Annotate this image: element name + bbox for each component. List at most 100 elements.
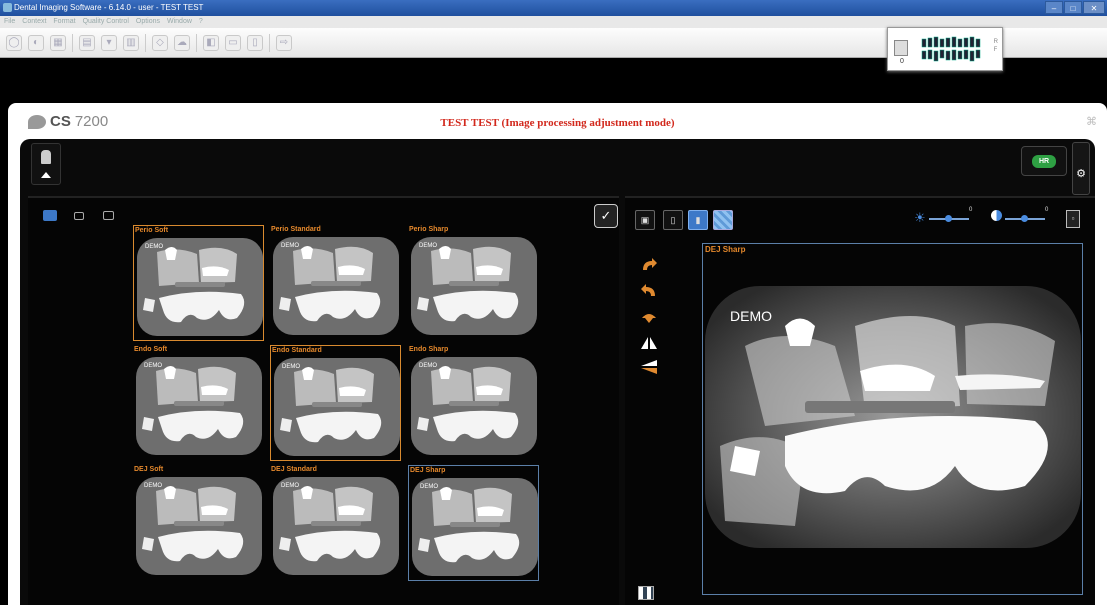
tooth-select-button[interactable] bbox=[894, 40, 908, 56]
rotate-ccw-icon[interactable] bbox=[640, 284, 658, 298]
brightness-value: 0 bbox=[969, 207, 973, 213]
tooth-menu-button[interactable] bbox=[31, 143, 61, 185]
sensor-view-button[interactable]: ▮ bbox=[688, 210, 708, 230]
thumbnail-xray-image[interactable]: DEMO bbox=[273, 237, 399, 335]
filter-thumbnail[interactable]: Endo Soft DEMO bbox=[133, 345, 264, 461]
thumbnail-watermark: DEMO bbox=[145, 244, 163, 250]
minimize-button[interactable]: – bbox=[1045, 1, 1063, 14]
contrast-slider-knob[interactable] bbox=[1021, 215, 1028, 222]
layout-icon[interactable]: ▤ bbox=[79, 34, 95, 51]
filter-thumbnail[interactable]: Endo Standard DEMO bbox=[270, 345, 401, 461]
grid-icon[interactable]: ▥ bbox=[123, 34, 139, 51]
tooth-count: 0 bbox=[900, 58, 904, 65]
menu-help[interactable]: ? bbox=[199, 16, 203, 28]
single-view-icon[interactable] bbox=[74, 212, 84, 220]
rotate-cw-icon[interactable] bbox=[640, 258, 658, 272]
apply-filter-button[interactable]: ✓ bbox=[594, 204, 618, 228]
thumbnail-watermark: DEMO bbox=[281, 243, 299, 249]
settings-gear-button[interactable]: ⚙ bbox=[1072, 142, 1090, 195]
monitor-icon[interactable]: ▯ bbox=[247, 34, 263, 51]
brightness-slider-knob[interactable] bbox=[945, 215, 952, 222]
gear-icon: ⚙ bbox=[1076, 168, 1086, 180]
open-icon[interactable]: ◯ bbox=[6, 34, 22, 51]
filter-thumbnails-panel: ✓ Perio Soft DEMO Perio Standard DEMO Perio … bbox=[28, 196, 619, 605]
thumbnail-watermark: DEMO bbox=[144, 483, 162, 489]
thumbnail-xray-image[interactable]: DEMO bbox=[136, 477, 262, 575]
window-title: Dental Imaging Software - 6.14.0 - user … bbox=[14, 3, 204, 12]
thumbnail-watermark: DEMO bbox=[282, 364, 300, 370]
filter-thumbnail[interactable]: Perio Standard DEMO bbox=[270, 225, 401, 341]
panel-close-icon[interactable]: ⌘ bbox=[1086, 115, 1097, 128]
compare-button[interactable]: ▣ bbox=[635, 210, 655, 230]
export-icon[interactable]: ⇨ bbox=[276, 34, 292, 51]
eraser-icon[interactable]: ◇ bbox=[152, 34, 168, 51]
texture-view-button[interactable] bbox=[713, 210, 733, 230]
toolbar-divider bbox=[145, 33, 146, 52]
thumbnail-label: Perio Sharp bbox=[409, 226, 449, 233]
side-bottom-label: F bbox=[993, 47, 998, 53]
acquire-icon[interactable]: ◐ bbox=[28, 34, 44, 51]
teeth-chart-widget[interactable]: 0 RF bbox=[887, 27, 1003, 71]
flip-vertical-icon[interactable] bbox=[640, 360, 658, 374]
hr-label: HR bbox=[1032, 155, 1056, 168]
thumbnail-label: DEJ Sharp bbox=[410, 467, 446, 474]
xray-image[interactable]: DEMO bbox=[705, 286, 1081, 548]
reset-button[interactable]: ▫ bbox=[1066, 210, 1080, 228]
contrast-slider[interactable] bbox=[1005, 215, 1045, 222]
tooth-view-button[interactable]: ▯ bbox=[663, 210, 683, 230]
thumbnail-label: Perio Soft bbox=[135, 227, 169, 234]
thumbnail-xray-image[interactable]: DEMO bbox=[274, 358, 400, 456]
thumbnail-label: DEJ Standard bbox=[271, 466, 317, 473]
screen-icon[interactable]: ▭ bbox=[225, 34, 241, 51]
filter-thumbnail[interactable]: Perio Soft DEMO bbox=[133, 225, 264, 341]
filter-thumbnail[interactable]: Endo Sharp DEMO bbox=[408, 345, 539, 461]
filter-thumbnail[interactable]: DEJ Soft DEMO bbox=[133, 465, 264, 581]
sensor-icon[interactable]: ◧ bbox=[203, 34, 219, 51]
thumbnail-label: Endo Soft bbox=[134, 346, 168, 353]
thumbnail-xray-image[interactable]: DEMO bbox=[136, 357, 262, 455]
thumbnail-xray-image[interactable]: DEMO bbox=[273, 477, 399, 575]
thumbnail-watermark: DEMO bbox=[419, 243, 437, 249]
tooth-icon bbox=[41, 150, 51, 164]
contrast-icon bbox=[991, 210, 1002, 221]
compare-view-icon[interactable] bbox=[103, 211, 114, 220]
thumbnail-watermark: DEMO bbox=[144, 363, 162, 369]
toolbar-divider bbox=[269, 33, 270, 52]
thumbnail-xray-image[interactable]: DEMO bbox=[137, 238, 263, 336]
app-icon bbox=[3, 3, 12, 12]
rotate-180-icon[interactable] bbox=[640, 310, 658, 324]
thumbnail-view-icon[interactable] bbox=[43, 210, 57, 221]
hr-button[interactable]: HR bbox=[1021, 146, 1067, 176]
menu-format[interactable]: Format bbox=[53, 16, 75, 28]
series-icon[interactable]: ▦ bbox=[50, 34, 66, 51]
dropdown-icon[interactable]: ▾ bbox=[101, 34, 117, 51]
brightness-slider[interactable] bbox=[929, 215, 969, 222]
dental-chart-icon[interactable] bbox=[920, 36, 986, 62]
menu-file[interactable]: File bbox=[4, 16, 15, 28]
contrast-value: 0 bbox=[1045, 207, 1049, 213]
thumbnail-label: DEJ Soft bbox=[134, 466, 164, 473]
preview-watermark: DEMO bbox=[730, 308, 772, 324]
panel-title: TEST TEST (Image processing adjustment m… bbox=[440, 117, 675, 129]
expand-arrow-icon bbox=[41, 172, 51, 178]
thumbnail-label: Endo Standard bbox=[272, 347, 322, 354]
thumbnail-xray-image[interactable]: DEMO bbox=[411, 237, 537, 335]
filter-thumbnail[interactable]: Perio Sharp DEMO bbox=[408, 225, 539, 341]
close-window-button[interactable]: ✕ bbox=[1083, 1, 1105, 14]
menu-quality-control[interactable]: Quality Control bbox=[83, 16, 129, 28]
selected-preview[interactable]: DEJ Sharp DEMO bbox=[702, 243, 1083, 595]
side-top-label: R bbox=[993, 39, 998, 45]
filter-thumbnail[interactable]: DEJ Sharp DEMO bbox=[408, 465, 539, 581]
menu-window[interactable]: Window bbox=[167, 16, 192, 28]
maximize-button[interactable]: □ bbox=[1064, 1, 1082, 14]
flip-horizontal-icon[interactable] bbox=[640, 336, 658, 350]
filter-thumbnail[interactable]: DEJ Standard DEMO bbox=[270, 465, 401, 581]
toolbar-divider bbox=[72, 33, 73, 52]
menu-options[interactable]: Options bbox=[136, 16, 160, 28]
fullscreen-icon[interactable] bbox=[638, 586, 654, 600]
thumbnail-xray-image[interactable]: DEMO bbox=[411, 357, 537, 455]
thumbnail-xray-image[interactable]: DEMO bbox=[412, 478, 538, 576]
window-titlebar: Dental Imaging Software - 6.14.0 - user … bbox=[0, 0, 1107, 16]
menu-context[interactable]: Context bbox=[22, 16, 46, 28]
cloud-icon[interactable]: ☁ bbox=[174, 34, 190, 51]
